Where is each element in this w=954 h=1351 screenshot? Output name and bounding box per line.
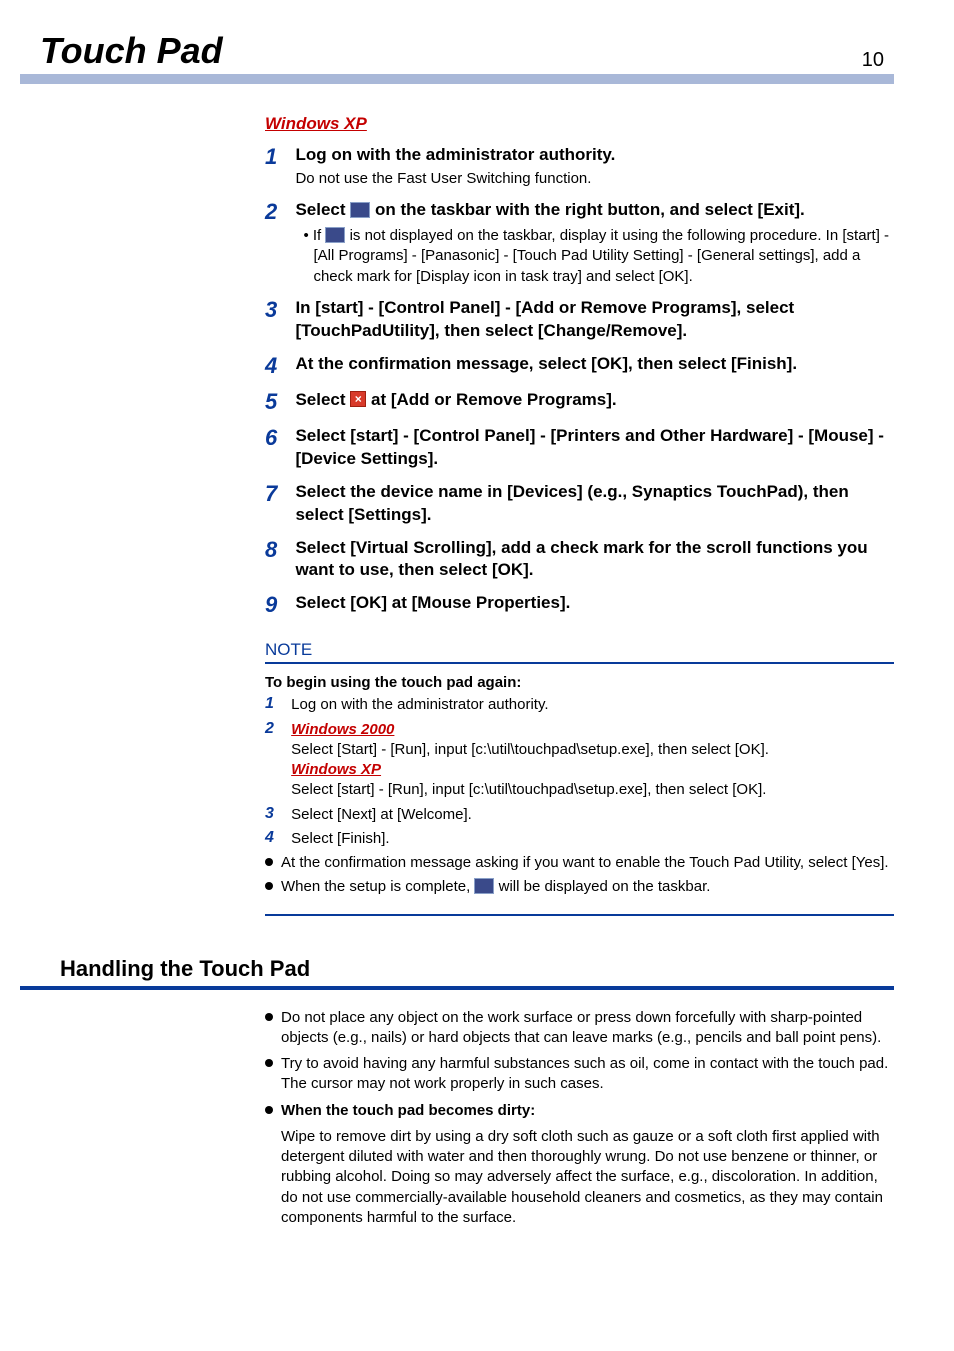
step-number: 6	[265, 425, 291, 451]
text: Select	[295, 200, 345, 219]
handling-body: Wipe to remove dirt by using a dry soft …	[281, 1127, 894, 1228]
step-6: 6 Select [start] - [Control Panel] - [Pr…	[265, 425, 894, 471]
step-number: 4	[265, 829, 287, 847]
text: is not displayed on the taskbar, display…	[313, 227, 889, 285]
text: Select	[295, 390, 345, 409]
step-subtext: Do not use the Fast User Switching funct…	[295, 169, 892, 189]
touchpad-tray-icon	[474, 878, 494, 894]
step-9: 9 Select [OK] at [Mouse Properties].	[265, 592, 894, 618]
note-step-1: 1 Log on with the administrator authorit…	[265, 695, 894, 715]
page-title: Touch Pad	[40, 30, 223, 72]
step-body: Windows 2000 Select [Start] - [Run], inp…	[291, 720, 892, 801]
step-title: Select [Virtual Scrolling], add a check …	[295, 537, 892, 583]
text: When the setup is complete,	[281, 878, 470, 895]
note-area: To begin using the touch pad again: 1 Lo…	[265, 674, 894, 915]
step-number: 3	[265, 805, 287, 823]
step-title: In [start] - [Control Panel] - [Add or R…	[295, 297, 892, 343]
note-step-3: 3 Select [Next] at [Welcome].	[265, 805, 894, 825]
step-5: 5 Select × at [Add or Remove Programs].	[265, 389, 894, 415]
step-body: Select [Virtual Scrolling], add a check …	[295, 537, 892, 583]
note-rule-top	[265, 662, 894, 664]
section-rule	[20, 986, 894, 990]
step-body: In [start] - [Control Panel] - [Add or R…	[295, 297, 892, 343]
os-label-xp[interactable]: Windows XP	[291, 761, 381, 778]
text: on the taskbar with the right button, an…	[375, 200, 805, 219]
step-title: Select [start] - [Control Panel] - [Prin…	[295, 425, 892, 471]
step-1: 1 Log on with the administrator authorit…	[265, 144, 894, 189]
page: Touch Pad 10 Windows XP 1 Log on with th…	[0, 0, 954, 1268]
note-heading: NOTE	[265, 640, 894, 660]
handling-bullet: Do not place any object on the work surf…	[265, 1008, 894, 1049]
text: will be displayed on the taskbar.	[499, 878, 711, 895]
step-title: At the confirmation message, select [OK]…	[295, 353, 892, 376]
step-title: Select the device name in [Devices] (e.g…	[295, 481, 892, 527]
step-8: 8 Select [Virtual Scrolling], add a chec…	[265, 537, 894, 583]
text: Select [Finish].	[291, 829, 892, 849]
touchpad-tray-icon	[350, 202, 370, 218]
note-bullet: At the confirmation message asking if yo…	[265, 853, 894, 873]
os-label-2000[interactable]: Windows 2000	[291, 721, 394, 738]
section-title: Handling the Touch Pad	[60, 956, 894, 982]
header-row: Touch Pad 10	[20, 30, 894, 72]
step-body: At the confirmation message, select [OK]…	[295, 353, 892, 376]
handling-content: Do not place any object on the work surf…	[265, 1008, 894, 1229]
main-content: Windows XP 1 Log on with the administrat…	[265, 114, 894, 916]
step-3: 3 In [start] - [Control Panel] - [Add or…	[265, 297, 894, 343]
text: At the confirmation message asking if yo…	[281, 854, 889, 871]
text: Try to avoid having any harmful substanc…	[281, 1055, 888, 1092]
step-title: Select [OK] at [Mouse Properties].	[295, 592, 892, 615]
step-body: Select on the taskbar with the right but…	[295, 199, 892, 287]
note-step-2: 2 Windows 2000 Select [Start] - [Run], i…	[265, 720, 894, 801]
note-bullet: When the setup is complete, will be disp…	[265, 877, 894, 897]
step-number: 8	[265, 537, 291, 563]
step-body: Select [start] - [Control Panel] - [Prin…	[295, 425, 892, 471]
step-number: 4	[265, 353, 291, 379]
step-body: Select × at [Add or Remove Programs].	[295, 389, 892, 412]
text: Log on with the administrator authority.	[291, 695, 892, 715]
note-step-4: 4 Select [Finish].	[265, 829, 894, 849]
touchpad-tray-icon	[325, 227, 345, 243]
text: at [Add or Remove Programs].	[371, 390, 617, 409]
text: Do not place any object on the work surf…	[281, 1009, 881, 1046]
step-body: Select the device name in [Devices] (e.g…	[295, 481, 892, 527]
title-rule	[20, 74, 894, 84]
note-lead: To begin using the touch pad again:	[265, 674, 894, 691]
sub-bullet: • If is not displayed on the taskbar, di…	[295, 226, 892, 287]
step-title: Log on with the administrator authority.	[295, 144, 892, 167]
step-number: 1	[265, 144, 291, 170]
step-number: 5	[265, 389, 291, 415]
step-number: 9	[265, 592, 291, 618]
text: Select [Next] at [Welcome].	[291, 805, 892, 825]
os-label-xp[interactable]: Windows XP	[265, 114, 894, 134]
step-number: 1	[265, 695, 287, 713]
step-number: 2	[265, 720, 287, 738]
step-4: 4 At the confirmation message, select [O…	[265, 353, 894, 379]
page-number: 10	[862, 49, 884, 72]
step-7: 7 Select the device name in [Devices] (e…	[265, 481, 894, 527]
step-body: Log on with the administrator authority.…	[295, 144, 892, 189]
text: When the touch pad becomes dirty:	[281, 1102, 535, 1119]
step-number: 7	[265, 481, 291, 507]
text: Select [Start] - [Run], input [c:\util\t…	[291, 741, 769, 758]
step-number: 3	[265, 297, 291, 323]
step-body: Select [OK] at [Mouse Properties].	[295, 592, 892, 615]
step-number: 2	[265, 199, 291, 225]
handling-bullet: Try to avoid having any harmful substanc…	[265, 1054, 894, 1095]
text: If	[313, 227, 321, 244]
handling-bullet: When the touch pad becomes dirty:	[265, 1101, 894, 1121]
text: Select [start] - [Run], input [c:\util\t…	[291, 781, 766, 798]
close-icon: ×	[350, 391, 366, 407]
step-title: Select on the taskbar with the right but…	[295, 199, 892, 222]
step-title: Select × at [Add or Remove Programs].	[295, 389, 892, 412]
step-2: 2 Select on the taskbar with the right b…	[265, 199, 894, 287]
